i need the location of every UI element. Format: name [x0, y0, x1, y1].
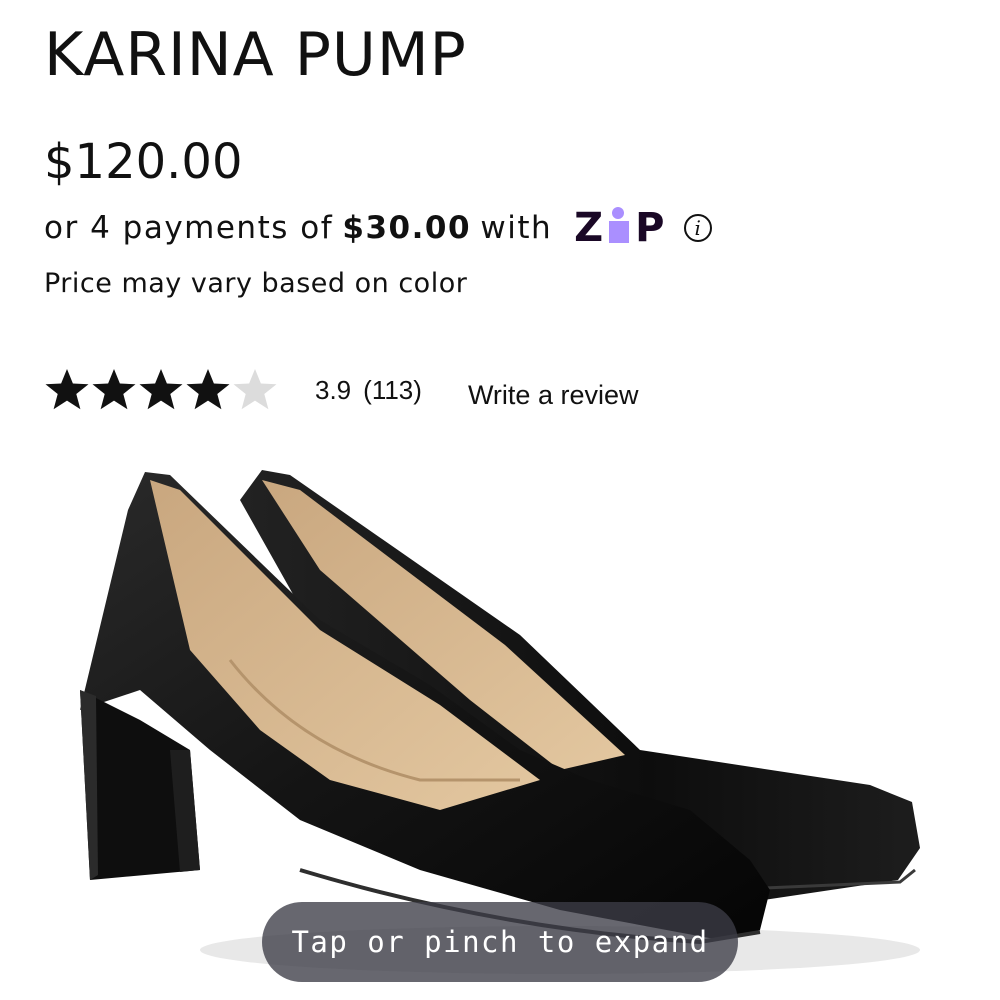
zip-logo-z: Z: [574, 205, 604, 251]
star-filled-icon: [45, 369, 89, 410]
star-filled-icon: [186, 369, 230, 410]
star-rating: [44, 367, 279, 413]
product-price: $120.00: [44, 134, 243, 190]
installment-offer: or 4 payments of $30.00 with Z P i: [44, 205, 713, 251]
info-icon[interactable]: i: [684, 214, 713, 242]
rating-row: 3.9 (113) Write a review: [44, 362, 638, 418]
installment-prefix: or 4 payments of: [44, 210, 334, 246]
zip-logo-i: [606, 207, 632, 243]
expand-hint[interactable]: Tap or pinch to expand: [262, 902, 738, 982]
installment-with: with: [480, 210, 553, 246]
review-count[interactable]: (113): [363, 375, 422, 406]
star-empty-icon: [233, 369, 277, 410]
installment-amount: $30.00: [342, 210, 472, 246]
write-review-link[interactable]: Write a review: [468, 380, 639, 411]
star-filled-icon: [139, 369, 183, 410]
zip-logo[interactable]: Z P: [574, 205, 665, 251]
rating-value: 3.9: [315, 374, 352, 405]
zip-logo-p: P: [635, 205, 665, 251]
star-filled-icon: [92, 369, 136, 410]
product-title: KARINA PUMP: [44, 20, 467, 90]
price-note: Price may vary based on color: [44, 268, 468, 299]
